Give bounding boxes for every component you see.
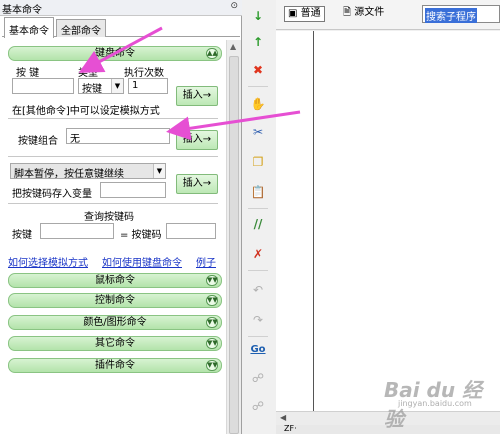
vertical-toolbar: ↓ ↑ ✖ ✋ ✂ ❐ 📋 // ✗ ↶ ↷ Go ☍ ☍: [244, 0, 272, 434]
color-section-header[interactable]: 颜色/图形命令 ▼▼: [8, 315, 222, 330]
type-column-label: 类型: [78, 68, 98, 79]
pause-select[interactable]: 脚本暂停，按任意键继续 ▼: [10, 163, 166, 180]
watermark-url: jingyan.baidu.com: [398, 399, 472, 408]
chevron-down-icon[interactable]: ▼: [111, 79, 123, 93]
save-keycode-input[interactable]: [100, 182, 166, 198]
monitor-icon: ▣: [288, 8, 298, 19]
key-column-label: 按 键: [16, 68, 40, 79]
section-label: 控制命令: [95, 295, 135, 306]
arrow-down-icon[interactable]: ↓: [250, 8, 266, 24]
tab-source-label: 源文件: [354, 7, 385, 18]
comment-icon[interactable]: //: [250, 216, 266, 232]
repeat-column-label: 执行次数: [124, 68, 164, 79]
subroutine-search-box[interactable]: 搜索子程序: [422, 5, 500, 23]
type-select-value: 按键: [82, 84, 102, 95]
simulate-note: 在[其他命令]中可以设定模拟方式: [12, 106, 160, 117]
plugin-section-header[interactable]: 插件命令 ▼▼: [8, 358, 222, 373]
subroutine-search-text: 搜索子程序: [425, 8, 477, 23]
mouse-section-header[interactable]: 鼠标命令 ▼▼: [8, 273, 222, 288]
pause-select-value: 脚本暂停，按任意键继续: [14, 169, 124, 180]
save-keycode-label: 把按键码存入变量: [12, 189, 92, 200]
query-key-label: 按键: [12, 230, 32, 241]
tab-basic-commands[interactable]: 基本命令: [4, 17, 54, 38]
hand-icon[interactable]: ✋: [250, 96, 266, 112]
tab-normal[interactable]: ▣ 普通: [284, 6, 325, 22]
type-select[interactable]: 按键 ▼: [78, 78, 124, 95]
query-code-label: = 按键码: [120, 230, 162, 241]
divider: [8, 118, 218, 119]
go-icon[interactable]: Go: [250, 342, 266, 358]
copy-icon[interactable]: ❐: [250, 154, 266, 170]
scroll-left-icon[interactable]: ◀: [280, 413, 286, 422]
toolbar-divider: [248, 336, 268, 337]
toolbar-divider: [248, 208, 268, 209]
keyboard-section-title: 键盘命令: [95, 48, 135, 59]
chevron-down-icon[interactable]: ▼: [153, 164, 165, 178]
key-input[interactable]: [12, 78, 74, 94]
command-content: 键盘命令 ▲▲ 按 键 类型 执行次数 按键 ▼ 1 插入→ 在[其他命令]中可…: [4, 40, 226, 434]
bottom-tab-label: ZF·: [284, 424, 297, 433]
section-label: 其它命令: [95, 338, 135, 349]
replace-icon[interactable]: ☍: [250, 398, 266, 414]
panel-titlebar: 基本命令 ⊙: [0, 0, 242, 16]
section-label: 颜色/图形命令: [83, 317, 147, 328]
expand-icon[interactable]: ▼▼: [206, 338, 218, 349]
other-section-header[interactable]: 其它命令 ▼▼: [8, 336, 222, 351]
toolbar-divider: [248, 86, 268, 87]
scissors-icon[interactable]: ✂: [250, 124, 266, 140]
delete-icon[interactable]: ✖: [250, 62, 266, 78]
baidu-watermark: Bai du 经验 jingyan.baidu.com: [384, 374, 494, 431]
control-section-header[interactable]: 控制命令 ▼▼: [8, 293, 222, 308]
insert-pause-button[interactable]: 插入→: [176, 174, 218, 194]
toolbar-divider: [248, 270, 268, 271]
panel-tabs: 基本命令 全部命令: [2, 17, 240, 38]
expand-icon[interactable]: ▼▼: [206, 317, 218, 328]
document-icon: 🗎: [343, 7, 352, 18]
repeat-input[interactable]: 1: [128, 78, 168, 94]
command-panel: 基本命令 ⊙ 基本命令 全部命令 键盘命令 ▲▲ 按 键 类型 执行次数 按键 …: [0, 0, 242, 434]
link-simulate-method[interactable]: 如何选择模拟方式: [8, 254, 88, 269]
scroll-up-icon[interactable]: ▲: [230, 42, 236, 51]
keyboard-section-header[interactable]: 键盘命令 ▲▲: [8, 46, 222, 61]
combo-label: 按键组合: [18, 136, 58, 147]
link-keyboard-howto[interactable]: 如何使用键盘命令: [102, 254, 182, 269]
insert-key-button[interactable]: 插入→: [176, 86, 218, 106]
tab-source[interactable]: 🗎 源文件: [340, 6, 387, 22]
panel-scrollbar[interactable]: ▲: [226, 40, 241, 434]
tab-all-commands[interactable]: 全部命令: [56, 19, 106, 37]
redo-icon[interactable]: ↷: [250, 312, 266, 328]
link-example[interactable]: 例子: [196, 254, 216, 269]
divider: [8, 156, 218, 157]
find-icon[interactable]: ☍: [250, 370, 266, 386]
query-code-input[interactable]: [166, 223, 216, 239]
expand-icon[interactable]: ▼▼: [206, 275, 218, 286]
undo-icon[interactable]: ↶: [250, 282, 266, 298]
pin-icon[interactable]: ⊙: [230, 1, 238, 11]
scroll-thumb[interactable]: [229, 56, 239, 434]
editor-header: ▣ 普通 🗎 源文件 搜索子程序: [276, 0, 500, 30]
expand-icon[interactable]: ▼▼: [206, 295, 218, 306]
expand-icon[interactable]: ▼▼: [206, 360, 218, 371]
panel-title: 基本命令: [2, 5, 42, 16]
combo-input[interactable]: 无: [66, 128, 170, 144]
query-keycode-title: 查询按键码: [84, 212, 134, 223]
section-label: 鼠标命令: [95, 275, 135, 286]
paste-icon[interactable]: 📋: [250, 184, 266, 200]
divider: [8, 203, 218, 204]
arrow-up-icon[interactable]: ↑: [250, 34, 266, 50]
query-key-input[interactable]: [40, 223, 114, 239]
line-gutter: [276, 31, 314, 411]
section-label: 插件命令: [95, 360, 135, 371]
tab-normal-label: 普通: [300, 8, 321, 19]
collapse-icon[interactable]: ▲▲: [206, 48, 218, 59]
insert-combo-button[interactable]: 插入→: [176, 130, 218, 150]
uncomment-icon[interactable]: ✗: [250, 246, 266, 262]
